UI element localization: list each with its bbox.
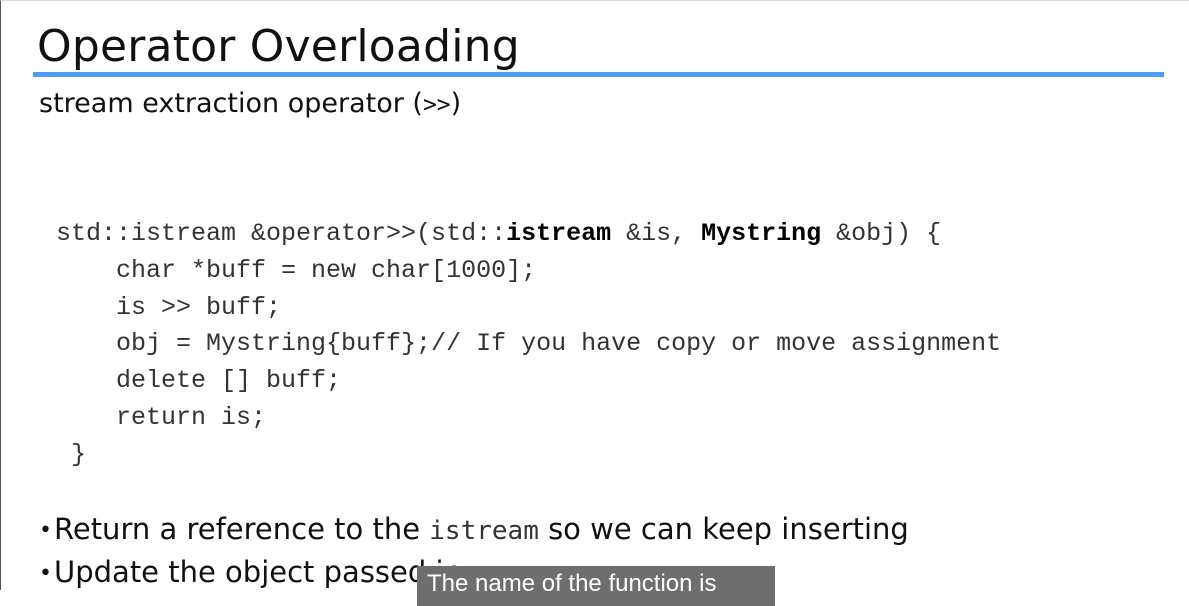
slide: Operator Overloading stream extraction o… [0, 0, 1189, 606]
code-line-3: is >> buff; [56, 292, 282, 322]
code-line-1: std::istream &operator>>(std::istream &i… [56, 216, 1001, 253]
slide-subtitle: stream extraction operator (>>) [39, 87, 461, 122]
bullet-marker: • [39, 561, 52, 586]
code-line-1-part-c: &is, [611, 219, 702, 248]
bullet-marker: • [39, 518, 52, 543]
bullet-1-code: istream [429, 516, 539, 546]
code-line-6: return is; [56, 402, 267, 432]
code-line-5: delete [] buff; [56, 366, 342, 396]
code-keyword-istream: istream [506, 219, 612, 248]
code-keyword-mystring: Mystring [701, 219, 822, 248]
bullet-1-before: Return a reference to the [54, 512, 430, 546]
subtitle-operator: >> [422, 92, 451, 118]
code-line-2: char *buff = new char[1000]; [56, 255, 537, 285]
subtitle-caption: The name of the function is [417, 566, 775, 606]
bullet-2-text: Update the object passed in [54, 555, 462, 589]
code-line-1-part-e: &obj) { [821, 219, 942, 248]
bullet-1-after: so we can keep inserting [538, 512, 909, 546]
code-line-7: } [56, 439, 87, 469]
slide-title: Operator Overloading [37, 21, 520, 72]
code-line-4: obj = Mystring{buff};// If you have copy… [56, 329, 1002, 359]
subtitle-close: ) [450, 88, 462, 119]
code-block: std::istream &operator>>(std::istream &i… [56, 216, 1001, 474]
subtitle-text: stream extraction operator ( [39, 88, 423, 119]
title-underline [33, 72, 1164, 77]
code-line-1-part-a: std::istream &operator>>(std:: [56, 219, 507, 248]
bullet-item-return-reference: •Return a reference to the istream so we… [39, 509, 909, 552]
